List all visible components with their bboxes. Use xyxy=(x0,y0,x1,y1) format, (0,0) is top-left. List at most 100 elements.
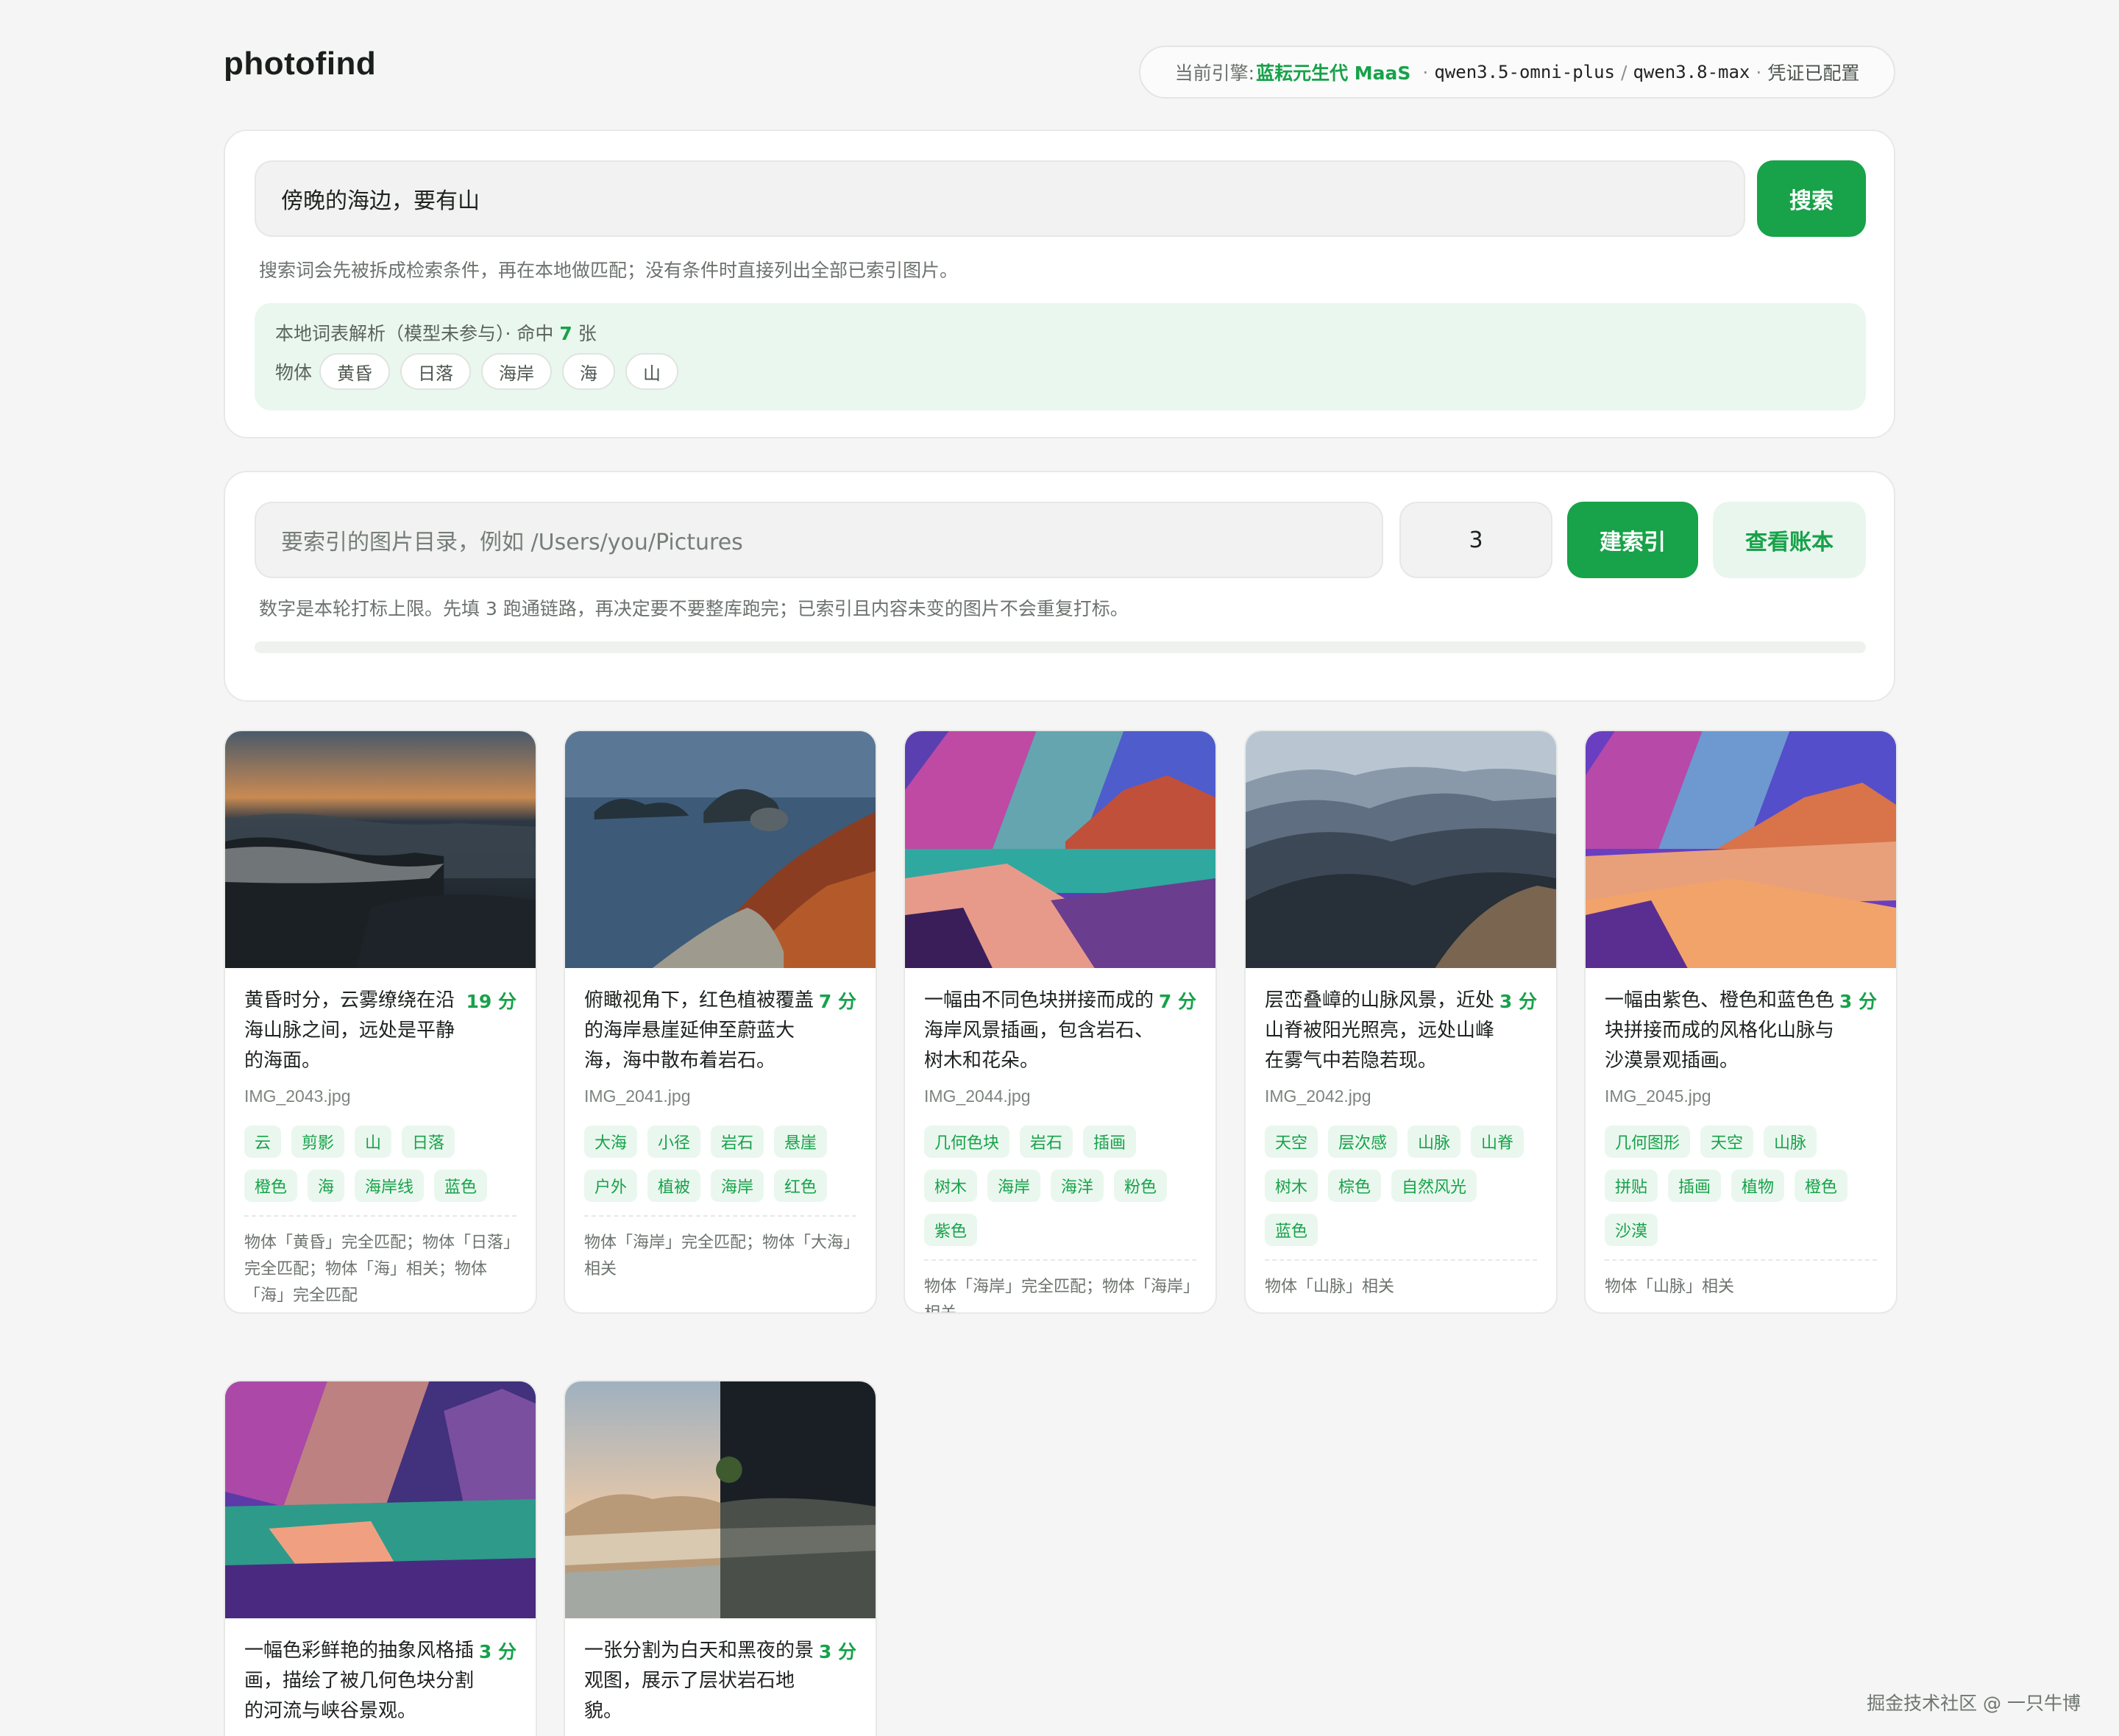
parse-hit-count: 7 xyxy=(559,323,572,344)
result-tag: 几何色块 xyxy=(924,1125,1010,1158)
engine-model-a: qwen3.5-omni-plus xyxy=(1434,62,1615,82)
result-score: 3 分 xyxy=(818,1641,856,1662)
result-tags: 几何色块 岩石 插画 树木 海岸 海洋 粉色 紫色 xyxy=(924,1125,1196,1258)
result-description: 层峦叠嶂的山脉风景，近处山脊被阳光照亮，远处山峰在雾气中若隐若现。 xyxy=(1265,989,1495,1072)
result-tag: 蓝色 xyxy=(434,1170,488,1202)
result-tag: 户外 xyxy=(584,1170,638,1202)
result-filename: IMG_2043.jpg xyxy=(244,1086,351,1106)
result-tag: 蓝色 xyxy=(1265,1214,1318,1246)
result-description: 一张分割为白天和黑夜的景观图，展示了层状岩石地貌。 xyxy=(584,1640,814,1722)
view-ledger-button[interactable]: 查看账本 xyxy=(1713,502,1866,578)
result-score: 3 分 xyxy=(1839,991,1877,1012)
result-card[interactable]: 一张分割为白天和黑夜的景观图，展示了层状岩石地貌。3 分IMG_2047.jpg xyxy=(564,1380,877,1736)
result-card[interactable]: 一幅由紫色、橙色和蓝色色块拼接而成的风格化山脉与沙漠景观插画。 3 分 IMG_20… xyxy=(1584,730,1898,1314)
result-card[interactable]: 一幅由不同色块拼接而成的海岸风景插画，包含岩石、树木和花朵。 7 分 IMG_204… xyxy=(904,730,1217,1314)
thumbnail-image xyxy=(565,731,876,968)
credential-status: 凭证已配置 xyxy=(1767,63,1860,84)
result-score: 3 分 xyxy=(1499,991,1537,1012)
build-index-button[interactable]: 建索引 xyxy=(1567,502,1698,578)
result-tag: 沙漠 xyxy=(1605,1214,1658,1246)
term-pill: 山 xyxy=(625,353,679,390)
result-tag: 插画 xyxy=(1083,1125,1137,1158)
engine-model-b: qwen3.8-max xyxy=(1633,62,1750,82)
term-pill: 海 xyxy=(562,353,616,390)
parse-title: 本地词表解析（模型未参与）· 命中 7 张 xyxy=(275,319,597,346)
term-pill: 海岸 xyxy=(481,353,553,390)
result-tag: 植被 xyxy=(647,1170,701,1202)
thumbnail-image xyxy=(225,731,536,968)
result-tags: 云剪影山日落 橙色海海岸线 蓝色 xyxy=(244,1125,517,1214)
term-pill: 黄昏 xyxy=(319,353,391,390)
thumbnail-image xyxy=(1246,731,1556,968)
result-filename: IMG_2041.jpg xyxy=(584,1086,691,1106)
result-tags: 天空 层次感 山脉 山脊 树木 棕色 自然风光 蓝色 xyxy=(1265,1125,1537,1258)
separator-dot: · xyxy=(1422,61,1429,83)
directory-input[interactable]: 要索引的图片目录，例如 /Users/you/Pictures xyxy=(255,502,1383,578)
result-description: 一幅色彩鲜艳的抽象风格插画，描绘了被几何色块分割的河流与峡谷景观。 xyxy=(244,1640,475,1722)
result-card[interactable]: 层峦叠嶂的山脉风景，近处山脊被阳光照亮，远处山峰在雾气中若隐若现。 3 分 IMG_… xyxy=(1244,730,1558,1314)
card-padding xyxy=(584,1283,856,1299)
result-tag: 几何图形 xyxy=(1605,1125,1691,1158)
result-filename: IMG_2044.jpg xyxy=(924,1086,1031,1106)
parse-title-suffix: 张 xyxy=(578,323,597,344)
result-score: 7 分 xyxy=(818,991,856,1012)
header: photofind 当前引擎: 蓝耘元生代 MaaS · qwen3.5-omn… xyxy=(224,0,1895,129)
result-tag: 拼贴 xyxy=(1605,1170,1658,1202)
result-tags: 几何图形 天空 山脉 拼贴 插画 植物 橙色 沙漠 xyxy=(1605,1125,1877,1258)
result-score: 3 分 xyxy=(478,1641,517,1662)
thumbnail-image xyxy=(225,1381,536,1618)
result-tag: 棕色 xyxy=(1328,1170,1382,1202)
result-tag: 紫色 xyxy=(924,1214,978,1246)
result-tag: 悬崖 xyxy=(774,1125,828,1158)
parse-result-box: 本地词表解析（模型未参与）· 命中 7 张 物体 黄昏 日落 海岸 海 山 xyxy=(255,303,1866,410)
card-padding xyxy=(1605,1301,1877,1312)
search-button[interactable]: 搜索 xyxy=(1757,160,1866,237)
result-tag: 山脉 xyxy=(1408,1125,1461,1158)
result-tag: 山脉 xyxy=(1764,1125,1817,1158)
result-card[interactable]: 俯瞰视角下，红色植被覆盖的海岸悬崖延伸至蔚蓝大海，海中散布着岩石。 7 分 IMG_… xyxy=(564,730,877,1314)
result-match-explanation: 物体「海岸」完全匹配；物体「大海」相关 xyxy=(584,1215,856,1283)
result-tag: 云 xyxy=(244,1125,282,1158)
parse-title-prefix: 本地词表解析（模型未参与）· 命中 xyxy=(275,323,554,344)
result-tag: 海岸 xyxy=(711,1170,764,1202)
result-filename: IMG_2042.jpg xyxy=(1265,1086,1371,1106)
result-tag: 岩石 xyxy=(1020,1125,1073,1158)
result-description: 黄昏时分，云雾缭绕在沿海山脉之间，远处是平静的海面。 xyxy=(244,989,455,1072)
search-panel: 傍晚的海边，要有山 搜索 搜索词会先被拆成检索条件，再在本地做匹配；没有条件时直… xyxy=(224,129,1895,438)
index-hint: 数字是本轮打标上限。先填 3 跑通链路，再决定要不要整库跑完；已索引且内容未变的… xyxy=(259,598,1129,619)
card-padding xyxy=(1265,1301,1537,1312)
result-tag: 植物 xyxy=(1731,1170,1785,1202)
result-tag: 海岸线 xyxy=(355,1170,425,1202)
result-card[interactable]: 一幅色彩鲜艳的抽象风格插画，描绘了被几何色块分割的河流与峡谷景观。 3 分 xyxy=(224,1380,537,1736)
engine-label: 当前引擎: xyxy=(1174,63,1255,84)
result-card[interactable]: 黄昏时分，云雾缭绕在沿海山脉之间，远处是平静的海面。 19 分 IMG_2043.j… xyxy=(224,730,537,1314)
result-tag: 海 xyxy=(308,1170,345,1202)
index-progress-bar xyxy=(255,641,1866,653)
parse-terms-row: 物体 黄昏 日落 海岸 海 山 xyxy=(275,353,689,390)
result-description: 一幅由不同色块拼接而成的海岸风景插画，包含岩石、树木和花朵。 xyxy=(924,989,1154,1072)
result-tag: 岩石 xyxy=(711,1125,764,1158)
result-tag: 红色 xyxy=(774,1170,828,1202)
result-match-explanation: 物体「黄昏」完全匹配；物体「日落」完全匹配；物体「海」相关；物体「海」完全匹配 xyxy=(244,1215,517,1309)
result-tag: 粉色 xyxy=(1114,1170,1168,1202)
result-tag: 层次感 xyxy=(1328,1125,1398,1158)
result-tag: 海岸 xyxy=(987,1170,1041,1202)
result-tag: 山 xyxy=(355,1125,392,1158)
result-match-explanation: 物体「山脉」相关 xyxy=(1265,1259,1537,1301)
result-filename: IMG_2045.jpg xyxy=(1605,1086,1711,1106)
limit-input[interactable]: 3 xyxy=(1399,502,1552,578)
thumbnail-image xyxy=(1586,731,1896,968)
engine-provider: 蓝耘元生代 MaaS xyxy=(1256,63,1411,84)
result-tag: 自然风光 xyxy=(1391,1170,1477,1202)
result-score: 7 分 xyxy=(1158,991,1196,1012)
search-input[interactable]: 傍晚的海边，要有山 xyxy=(255,160,1745,237)
search-hint: 搜索词会先被拆成检索条件，再在本地做匹配；没有条件时直接列出全部已索引图片。 xyxy=(259,260,959,281)
app-title: photofind xyxy=(224,46,377,82)
thumbnail-image xyxy=(565,1381,876,1618)
parse-row-label: 物体 xyxy=(275,362,313,383)
result-description: 一幅由紫色、橙色和蓝色色块拼接而成的风格化山脉与沙漠景观插画。 xyxy=(1605,989,1835,1072)
engine-status-pill: 当前引擎: 蓝耘元生代 MaaS · qwen3.5-omni-plus / q… xyxy=(1139,46,1895,99)
result-tag: 天空 xyxy=(1265,1125,1318,1158)
result-tag: 天空 xyxy=(1700,1125,1754,1158)
thumbnail-image xyxy=(905,731,1215,968)
